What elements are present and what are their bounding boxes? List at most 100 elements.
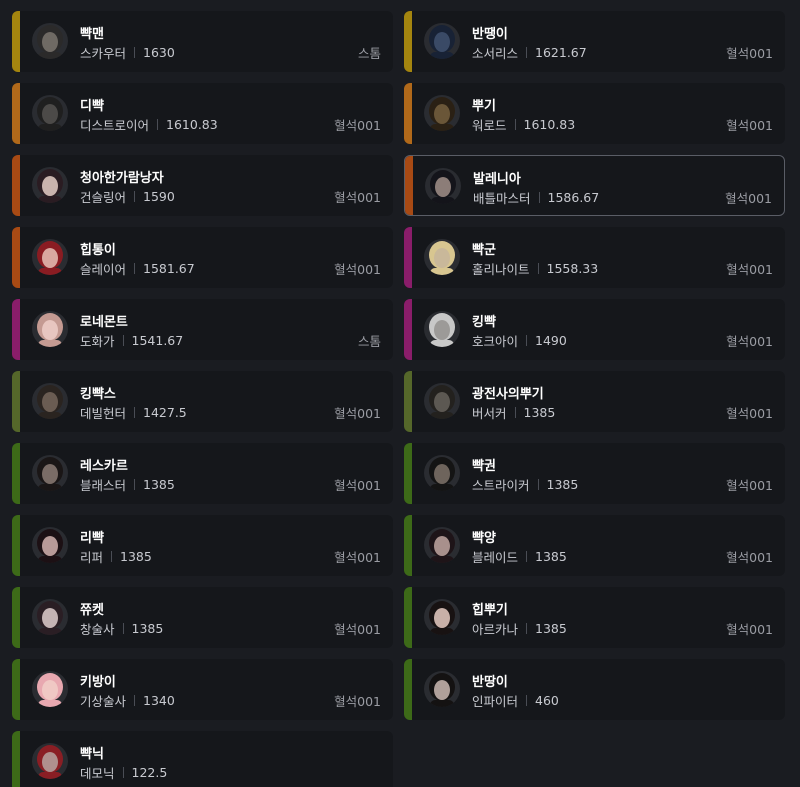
character-name: 레스카르 <box>80 459 128 474</box>
item-level: 1385 <box>546 477 579 492</box>
character-meta: 아르카나 1385 <box>472 619 567 638</box>
tier-color-bar <box>404 515 412 576</box>
character-name: 로네몬트 <box>80 315 128 330</box>
character-card[interactable]: 레스카르 블래스터 1385 혈석001 <box>12 443 393 504</box>
guild-name: 혈석001 <box>726 406 773 421</box>
avatar <box>32 239 68 275</box>
character-name: 킹뺙스 <box>80 387 116 402</box>
item-level: 1630 <box>143 45 175 60</box>
character-card[interactable]: 디뺙 디스트로이어 1610.83 혈석001 <box>12 83 393 144</box>
avatar <box>424 239 460 275</box>
avatar <box>32 383 68 419</box>
character-card[interactable]: 발레니아 배틀마스터 1586.67 혈석001 <box>404 155 785 216</box>
avatar <box>32 599 68 635</box>
divider <box>514 119 516 130</box>
character-class: 스카우터 <box>80 46 127 61</box>
character-meta: 데빌헌터 1427.5 <box>80 403 187 422</box>
character-card[interactable]: 뺙양 블레이드 1385 혈석001 <box>404 515 785 576</box>
item-level: 1385 <box>131 621 164 636</box>
character-name: 키방이 <box>80 675 116 690</box>
guild-name: 스톰 <box>357 46 381 61</box>
divider <box>157 119 159 130</box>
character-meta: 슬레이어 1581.67 <box>80 259 195 278</box>
character-name: 뺙군 <box>472 243 496 258</box>
tier-color-bar <box>12 443 20 504</box>
avatar <box>32 455 68 491</box>
tier-color-bar <box>12 227 20 288</box>
item-level: 1385 <box>535 621 567 636</box>
character-card[interactable]: 킹뺙 호크아이 1490 혈석001 <box>404 299 785 360</box>
character-meta: 소서리스 1621.67 <box>472 43 587 62</box>
character-card[interactable]: 반땡이 소서리스 1621.67 혈석001 <box>404 11 785 72</box>
character-meta: 버서커 1385 <box>472 403 555 422</box>
character-meta: 스카우터 1630 <box>80 43 175 62</box>
item-level: 1610.83 <box>166 117 218 132</box>
tier-color-bar <box>12 587 20 648</box>
item-level: 1340 <box>143 693 175 708</box>
character-card[interactable]: 쮸켓 창술사 1385 혈석001 <box>12 587 393 648</box>
character-card[interactable]: 청아한가람낭자 건슬링어 1590 혈석001 <box>12 155 393 216</box>
character-name: 뺙양 <box>472 531 496 546</box>
avatar <box>32 743 68 779</box>
divider <box>537 263 539 274</box>
character-name: 킹뺙 <box>472 315 496 330</box>
character-class: 건슬링어 <box>80 190 127 205</box>
character-card[interactable]: 힙뿌기 아르카나 1385 혈석001 <box>404 587 785 648</box>
character-class: 데빌헌터 <box>80 406 127 421</box>
divider <box>134 263 136 274</box>
character-class: 스트라이커 <box>472 478 530 493</box>
character-card[interactable]: 뺙군 홀리나이트 1558.33 혈석001 <box>404 227 785 288</box>
character-card[interactable]: 로네몬트 도화가 1541.67 스톰 <box>12 299 393 360</box>
divider <box>514 407 516 418</box>
tier-color-bar <box>12 515 20 576</box>
character-card[interactable]: 뺙닉 데모닉 122.5 <box>12 731 393 787</box>
character-meta: 기상술사 1340 <box>80 691 175 710</box>
character-name: 발레니아 <box>473 172 521 187</box>
item-level: 1385 <box>523 405 556 420</box>
avatar <box>424 599 460 635</box>
character-meta: 워로드 1610.83 <box>472 115 575 134</box>
character-meta: 블래스터 1385 <box>80 475 175 494</box>
guild-name: 혈석001 <box>334 190 381 205</box>
divider <box>134 695 136 706</box>
character-class: 호크아이 <box>472 334 519 349</box>
character-card[interactable]: 리뺙 리퍼 1385 혈석001 <box>12 515 393 576</box>
character-card[interactable]: 뿌기 워로드 1610.83 혈석001 <box>404 83 785 144</box>
divider <box>538 192 540 203</box>
character-card[interactable]: 힙통이 슬레이어 1581.67 혈석001 <box>12 227 393 288</box>
item-level: 1590 <box>143 189 175 204</box>
guild-name: 혈석001 <box>726 478 773 493</box>
divider <box>111 551 113 562</box>
divider <box>134 479 136 490</box>
guild-name: 혈석001 <box>334 406 381 421</box>
character-name: 힙통이 <box>80 243 116 258</box>
tier-color-bar <box>12 83 20 144</box>
guild-name: 혈석001 <box>726 118 773 133</box>
item-level: 1541.67 <box>131 333 184 348</box>
character-class: 블래스터 <box>80 478 127 493</box>
character-class: 워로드 <box>472 118 507 133</box>
character-card[interactable]: 키방이 기상술사 1340 혈석001 <box>12 659 393 720</box>
character-card[interactable]: 광전사의뿌기 버서커 1385 혈석001 <box>404 371 785 432</box>
item-level: 1385 <box>120 549 152 564</box>
guild-name: 혈석001 <box>334 694 381 709</box>
character-card[interactable]: 킹뺙스 데빌헌터 1427.5 혈석001 <box>12 371 393 432</box>
character-class: 창술사 <box>80 622 115 637</box>
character-name: 리뺙 <box>80 531 104 546</box>
character-card[interactable]: 뺙맨스카우터 1630 스톰 <box>12 11 393 72</box>
character-name: 힙뿌기 <box>472 603 508 618</box>
character-meta: 홀리나이트 1558.33 <box>472 259 598 278</box>
character-class: 버서커 <box>472 406 507 421</box>
character-meta: 디스트로이어 1610.83 <box>80 115 218 134</box>
character-name: 뺙맨 <box>80 27 104 42</box>
character-class: 리퍼 <box>80 550 104 565</box>
tier-color-bar <box>404 587 412 648</box>
character-card[interactable]: 뺙권 스트라이커 1385 혈석001 <box>404 443 785 504</box>
divider <box>526 335 528 346</box>
avatar <box>32 527 68 563</box>
character-card[interactable]: 반땅이 인파이터 460 <box>404 659 785 720</box>
character-meta: 창술사 1385 <box>80 619 163 638</box>
character-class: 데모닉 <box>80 766 115 781</box>
item-level: 1581.67 <box>143 261 195 276</box>
item-level: 1385 <box>143 477 175 492</box>
